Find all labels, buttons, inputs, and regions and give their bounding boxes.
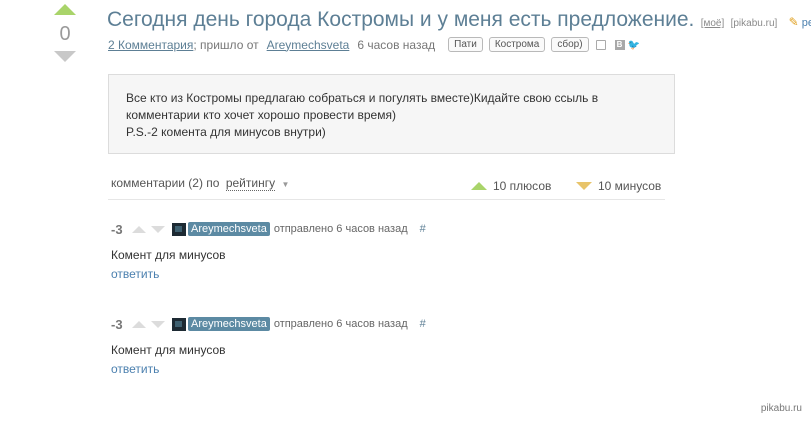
comment-header: -3 Areymechsveta отправлено 6 часов наза…: [111, 316, 665, 332]
save-icon[interactable]: [595, 39, 606, 50]
comment-downvote-icon[interactable]: [151, 225, 165, 233]
divider: [108, 199, 665, 200]
tag-gathering[interactable]: сбор): [551, 37, 589, 52]
twitter-share-icon[interactable]: 🐦: [628, 40, 640, 51]
plus-triangle-icon: [471, 182, 487, 190]
post-body-line: Все кто из Костромы предлагаю собраться …: [126, 91, 599, 105]
comment-meta: отправлено 6 часов назад: [273, 318, 408, 330]
comment-text: Комент для минусов: [111, 248, 226, 262]
comment-downvote-icon[interactable]: [151, 320, 165, 328]
post-body: Все кто из Костромы предлагаю собраться …: [108, 74, 675, 154]
reply-link[interactable]: ответить: [111, 362, 159, 376]
comment-rating: -3: [111, 316, 123, 332]
edit-label: ред.: [801, 17, 811, 29]
post-rating: 0: [59, 23, 71, 45]
tag-party[interactable]: Пати: [448, 37, 483, 52]
vote-widget: 0: [52, 4, 78, 62]
comment: -3 Areymechsveta отправлено 6 часов наза…: [111, 221, 665, 282]
downvote-arrow-icon[interactable]: [54, 51, 76, 62]
post-meta: 2 Комментария ; пришло от Areymechsveta …: [108, 37, 640, 52]
pluses-label: 10 плюсов: [493, 179, 552, 193]
comment-upvote-icon[interactable]: [132, 320, 146, 328]
comment-permalink[interactable]: #: [420, 223, 426, 235]
chevron-down-icon[interactable]: ▼: [281, 180, 289, 189]
comment-text: Комент для минусов: [111, 343, 226, 357]
comments-header: комментарии (2) по рейтингу ▼: [111, 176, 289, 191]
comment-permalink[interactable]: #: [420, 318, 426, 330]
source-link[interactable]: [pikabu.ru]: [731, 18, 778, 29]
post-title[interactable]: Сегодня день города Костромы и у меня ес…: [107, 8, 694, 31]
upvote-arrow-icon[interactable]: [54, 4, 76, 15]
minuses-counter[interactable]: 10 минусов: [576, 179, 661, 193]
sort-dropdown[interactable]: рейтингу: [225, 176, 276, 191]
post-body-line: P.S.-2 комента для минусов внутри): [126, 125, 326, 139]
pencil-icon: ✎: [788, 15, 799, 29]
post-body-line: комментарии кто хочет хорошо провести вр…: [126, 108, 396, 122]
vk-share-icon[interactable]: В: [614, 39, 625, 50]
comment-author[interactable]: Areymechsveta: [188, 317, 270, 331]
post-time: 6 часов назад: [357, 37, 436, 52]
comment-upvote-icon[interactable]: [132, 225, 146, 233]
mine-link[interactable]: [моё]: [701, 18, 725, 29]
came-from-text: ; пришло от: [193, 37, 259, 52]
comment-header: -3 Areymechsveta отправлено 6 часов наза…: [111, 221, 665, 237]
edit-link[interactable]: ✎ ред.: [788, 15, 811, 29]
minus-triangle-icon: [576, 182, 592, 190]
minuses-label: 10 минусов: [598, 179, 662, 193]
tag-kostroma[interactable]: Кострома: [488, 37, 546, 52]
comment: -3 Areymechsveta отправлено 6 часов наза…: [111, 316, 665, 377]
watermark: pikabu.ru: [760, 403, 802, 414]
comment-meta: отправлено 6 часов назад: [273, 223, 408, 235]
avatar[interactable]: [172, 317, 186, 331]
comments-count-link[interactable]: 2 Комментария: [108, 38, 193, 52]
comment-author[interactable]: Areymechsveta: [188, 222, 270, 236]
post-title-row: Сегодня день города Костромы и у меня ес…: [107, 8, 811, 32]
author-link[interactable]: Areymechsveta: [267, 38, 350, 52]
comment-rating: -3: [111, 221, 123, 237]
avatar[interactable]: [172, 222, 186, 236]
pluses-counter[interactable]: 10 плюсов: [471, 179, 551, 193]
reply-link[interactable]: ответить: [111, 267, 159, 281]
comments-count-label: комментарии (2) по: [111, 176, 220, 190]
